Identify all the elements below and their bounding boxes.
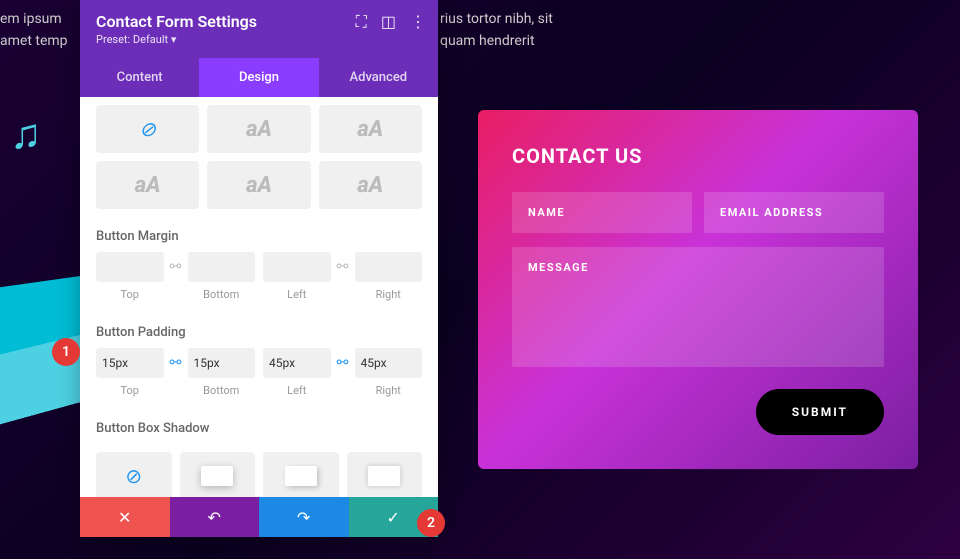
annotation-badge-2: 2: [417, 509, 445, 537]
submit-button[interactable]: SUBMIT: [756, 389, 884, 435]
margin-inputs: ⚯ ⚯: [80, 252, 438, 286]
settings-panel: Contact Form Settings Preset: Default ▾ …: [80, 0, 438, 537]
shadow-option[interactable]: [263, 452, 339, 497]
panel-tabs: Content Design Advanced: [80, 58, 438, 97]
text-style-option[interactable]: aA: [319, 161, 422, 209]
text-style-none[interactable]: ⊘: [96, 105, 199, 153]
text-style-option[interactable]: aA: [319, 105, 422, 153]
name-field[interactable]: [512, 192, 692, 233]
button-margin-label: Button Margin: [80, 217, 438, 252]
margin-bottom-input[interactable]: [188, 252, 256, 282]
label-bottom: Bottom: [188, 384, 256, 397]
cancel-button[interactable]: ✕: [80, 497, 170, 537]
margin-left-input[interactable]: [263, 252, 331, 282]
panel-body: ⊘ aA aA aA aA aA Button Margin ⚯ ⚯ Top: [80, 97, 438, 497]
text-style-option[interactable]: aA: [207, 161, 310, 209]
annotation-badge-1: 1: [52, 338, 80, 366]
panel-header: Contact Form Settings Preset: Default ▾ …: [80, 0, 438, 58]
margin-right-input[interactable]: [355, 252, 423, 282]
margin-top-input[interactable]: [96, 252, 164, 282]
music-note-icon: ♫: [10, 110, 42, 159]
label-right: Right: [355, 384, 423, 397]
label-left: Left: [263, 384, 331, 397]
message-field[interactable]: [512, 247, 884, 367]
padding-left-input[interactable]: [263, 348, 331, 378]
email-field[interactable]: [704, 192, 884, 233]
label-right: Right: [355, 288, 423, 301]
shadow-option[interactable]: [180, 452, 256, 497]
columns-icon[interactable]: ◫: [381, 12, 396, 32]
text-style-option[interactable]: aA: [96, 161, 199, 209]
contact-form-preview: CONTACT US SUBMIT: [478, 110, 918, 469]
padding-top-input[interactable]: [96, 348, 164, 378]
link-icon[interactable]: ⚯: [164, 348, 188, 378]
redo-button[interactable]: ↷: [259, 497, 349, 537]
button-box-shadow-label: Button Box Shadow: [80, 409, 438, 444]
text-style-option[interactable]: aA: [207, 105, 310, 153]
more-icon[interactable]: ⋮: [410, 12, 426, 32]
padding-bottom-input[interactable]: [188, 348, 256, 378]
expand-icon[interactable]: ⛶: [356, 12, 367, 32]
padding-right-input[interactable]: [355, 348, 423, 378]
undo-button[interactable]: ↶: [170, 497, 260, 537]
text-style-grid: ⊘ aA aA aA aA aA: [80, 97, 438, 217]
panel-footer: ✕ ↶ ↷ ✓: [80, 497, 438, 537]
background-lorem-text: em ipsum amet temp: [0, 0, 68, 61]
link-icon[interactable]: ⚯: [331, 348, 355, 378]
label-top: Top: [96, 288, 164, 301]
tab-content[interactable]: Content: [80, 58, 199, 97]
padding-inputs: ⚯ ⚯: [80, 348, 438, 382]
label-left: Left: [263, 288, 331, 301]
label-bottom: Bottom: [188, 288, 256, 301]
button-padding-label: Button Padding: [80, 313, 438, 348]
contact-title: CONTACT US: [512, 144, 884, 168]
shadow-option[interactable]: [347, 452, 423, 497]
link-icon[interactable]: ⚯: [164, 252, 188, 282]
background-lorem-text-right: rius tortor nibh, sit quam hendrerit: [440, 0, 553, 61]
label-top: Top: [96, 384, 164, 397]
tab-advanced[interactable]: Advanced: [319, 58, 438, 97]
tab-design[interactable]: Design: [199, 58, 318, 97]
link-icon[interactable]: ⚯: [331, 252, 355, 282]
shadow-none[interactable]: ⊘: [96, 452, 172, 497]
preset-selector[interactable]: Preset: Default ▾: [96, 33, 422, 46]
shadow-options: ⊘: [80, 444, 438, 497]
